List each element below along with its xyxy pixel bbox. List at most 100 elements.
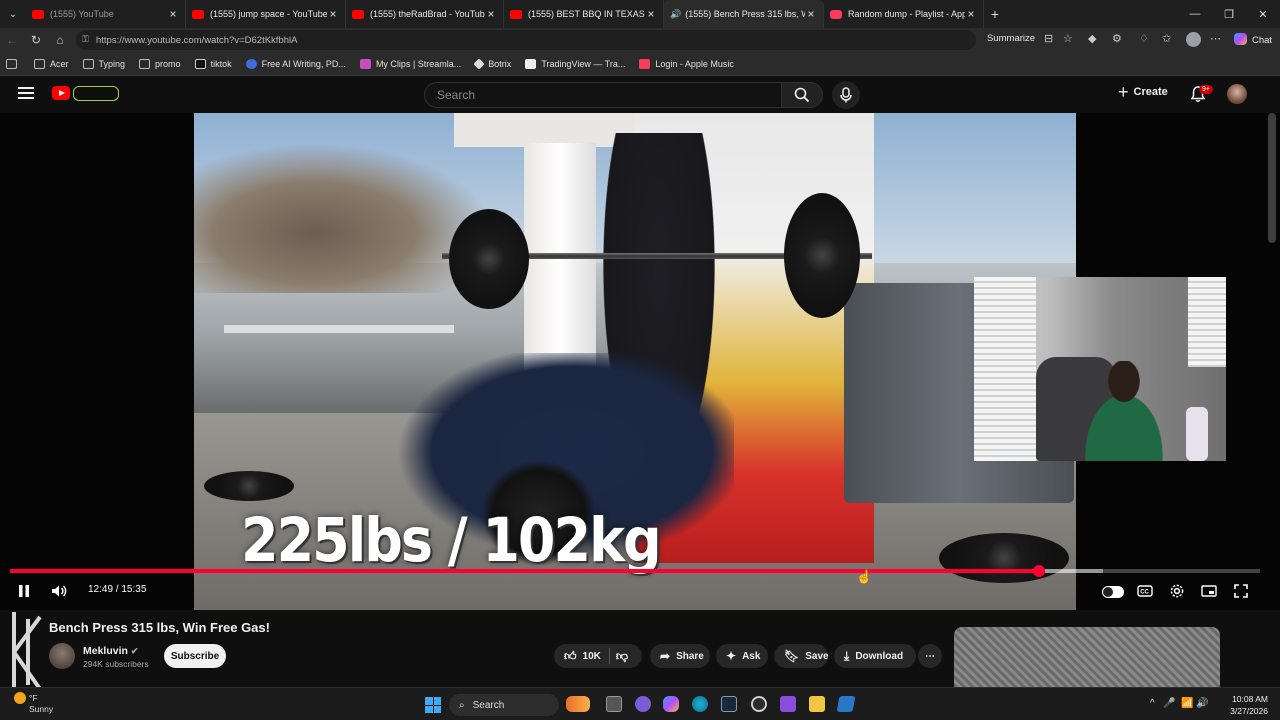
tab-list-menu-button[interactable]: ⌄ — [0, 0, 26, 28]
close-icon[interactable]: × — [645, 7, 657, 21]
youtube-doodle-logo[interactable] — [73, 86, 119, 101]
pause-button[interactable] — [16, 581, 32, 601]
widgets-icon[interactable] — [566, 696, 590, 712]
site-info-icon[interactable]: ⚿ — [82, 34, 89, 45]
copilot-icon[interactable] — [663, 696, 679, 712]
sidebar-promo-thumbnail[interactable] — [954, 627, 1220, 687]
share-button[interactable]: ➦ Share — [650, 644, 710, 668]
home-button[interactable]: ⌂ — [48, 28, 72, 52]
bookmark-free-ai-writing[interactable]: Free AI Writing, PD... — [245, 58, 346, 69]
task-view-icon[interactable] — [606, 696, 622, 712]
start-button-windows-icon[interactable] — [425, 697, 441, 713]
url-field[interactable]: ⚿ https://www.youtube.com/watch?v=D62tKk… — [76, 30, 976, 50]
browser-tab-active[interactable]: 🔊 (1555) Bench Press 315 lbs, Win Free G… — [664, 0, 824, 28]
subtitles-button[interactable]: CC — [1136, 581, 1154, 601]
dislike-icon[interactable]: 👎︎ — [616, 649, 628, 664]
voice-search-button[interactable] — [832, 81, 860, 109]
save-button[interactable]: 🔖︎ Save — [774, 644, 829, 668]
youtube-logo-icon[interactable] — [52, 86, 70, 100]
bookmark-tradingview[interactable]: TradingView — Tra... — [525, 58, 625, 69]
bookmark-acer[interactable]: Acer — [34, 58, 69, 69]
copilot-chat-button[interactable]: Chat — [1234, 33, 1272, 46]
download-button[interactable]: ⤓ Download — [834, 644, 916, 668]
progress-scrubber-handle[interactable] — [1032, 565, 1045, 577]
obs-icon[interactable] — [751, 696, 767, 712]
mute-button[interactable] — [50, 581, 68, 601]
search-button[interactable] — [781, 82, 823, 108]
close-icon[interactable]: × — [167, 7, 179, 21]
more-menu-icon[interactable]: ⋯ — [1210, 32, 1221, 45]
subscribe-button[interactable]: Subscribe — [164, 644, 226, 668]
pause-icon — [19, 585, 29, 597]
browser-essentials-icon[interactable]: ♢ — [1139, 32, 1149, 45]
bookmark-tiktok[interactable]: tiktok — [194, 58, 232, 69]
discord-icon[interactable] — [635, 696, 651, 712]
close-icon[interactable]: × — [965, 7, 977, 21]
favorites-icon[interactable]: ✩ — [1162, 32, 1171, 45]
close-icon[interactable]: × — [805, 7, 817, 21]
extensions-puzzle-icon[interactable]: ⚙ — [1112, 32, 1122, 45]
like-count[interactable]: 10K — [583, 651, 601, 662]
steam-app-icon[interactable] — [836, 696, 856, 712]
video-player[interactable]: 225lbs / 102kg 12:49 / 15:35 ☝ CC — [0, 113, 1280, 610]
bookmark-typing[interactable]: Typing — [82, 58, 125, 69]
autoplay-toggle[interactable] — [1102, 586, 1124, 598]
windows-taskbar: °F Sunny ⌕ Search ^ 🎤 📶 🔊 10:08 AM 3/27/2… — [0, 687, 1280, 720]
system-clock[interactable]: 10:08 AM 3/27/2026 — [1230, 693, 1268, 717]
browser-tab[interactable]: (1555) BEST BBQ IN TEXAS? #shorts × — [504, 0, 664, 28]
edge-browser-icon[interactable] — [692, 696, 708, 712]
weather-widget[interactable]: °F Sunny — [14, 692, 53, 715]
reload-button[interactable]: ↻ — [24, 28, 48, 52]
favorite-star-icon[interactable]: ☆ — [1063, 32, 1073, 45]
bookmark-my-clips[interactable]: My Clips | Streamla... — [359, 58, 461, 69]
browser-tab[interactable]: (1555) theRadBrad - YouTube × — [346, 0, 504, 28]
bookmark-icon: 🔖︎ — [784, 649, 800, 663]
channel-name-text: Mekluvin — [83, 645, 128, 657]
more-actions-button[interactable]: ⋯ — [918, 644, 942, 668]
browser-tab[interactable]: (1555) YouTube × — [26, 0, 186, 28]
system-tray[interactable]: ^ 🎤 📶 🔊 — [1150, 698, 1209, 709]
taskbar-search-label: Search — [472, 699, 505, 711]
split-screen-icon[interactable]: ⊟ — [1044, 32, 1053, 45]
video-frame[interactable]: 225lbs / 102kg — [194, 113, 1076, 610]
close-window-icon[interactable]: ✕ — [1246, 0, 1280, 28]
app-icon[interactable] — [780, 696, 796, 712]
browser-tab[interactable]: Random dump - Playlist - Apple Music × — [824, 0, 984, 28]
search-input[interactable]: Search — [424, 82, 782, 108]
file-explorer-icon[interactable] — [809, 696, 825, 712]
page-scrollbar[interactable] — [1268, 113, 1276, 243]
speaker-icon[interactable]: 🔊 — [670, 9, 681, 20]
settings-button[interactable] — [1168, 581, 1186, 601]
extension-icon[interactable]: ◆ — [1088, 32, 1096, 45]
time-display: 12:49 / 15:35 — [88, 584, 147, 595]
miniplayer-button[interactable] — [1200, 581, 1218, 601]
address-bar-row: ← ↻ ⌂ ⚿ https://www.youtube.com/watch?v=… — [0, 28, 1280, 52]
summarize-button[interactable]: Summarize — [987, 33, 1035, 44]
bookmark-sidebar-toggle[interactable] — [6, 58, 22, 69]
back-button[interactable]: ← — [0, 28, 24, 52]
channel-name[interactable]: Mekluvin ✔ — [83, 645, 138, 657]
close-icon[interactable]: × — [485, 7, 497, 21]
bookmark-promo[interactable]: promo — [139, 58, 181, 69]
minimize-icon[interactable]: — — [1178, 0, 1212, 28]
ask-button[interactable]: ✦ Ask — [716, 644, 768, 668]
menu-icon[interactable] — [18, 87, 34, 99]
steam-icon[interactable] — [721, 696, 737, 712]
account-avatar[interactable] — [1227, 84, 1247, 104]
like-icon[interactable]: 👍︎ — [564, 649, 577, 664]
close-icon[interactable]: × — [327, 7, 339, 21]
new-tab-button[interactable]: + — [984, 6, 1006, 22]
taskbar-search[interactable]: ⌕ Search — [449, 694, 559, 716]
create-button[interactable]: + Create — [1118, 83, 1168, 101]
fullscreen-button[interactable] — [1232, 581, 1250, 601]
restore-icon[interactable]: ❐ — [1212, 0, 1246, 28]
bookmark-botrix[interactable]: Botrix — [473, 57, 511, 70]
browser-tab[interactable]: (1555) jump space - YouTube × — [186, 0, 346, 28]
bookmark-apple-music-login[interactable]: Login - Apple Music — [639, 58, 734, 69]
youtube-icon — [352, 9, 364, 19]
channel-avatar[interactable] — [49, 643, 75, 669]
browser-profile-avatar[interactable] — [1186, 32, 1201, 47]
tiktok-icon — [194, 58, 206, 69]
search-icon — [794, 87, 810, 103]
sidebar-icon — [6, 58, 17, 69]
